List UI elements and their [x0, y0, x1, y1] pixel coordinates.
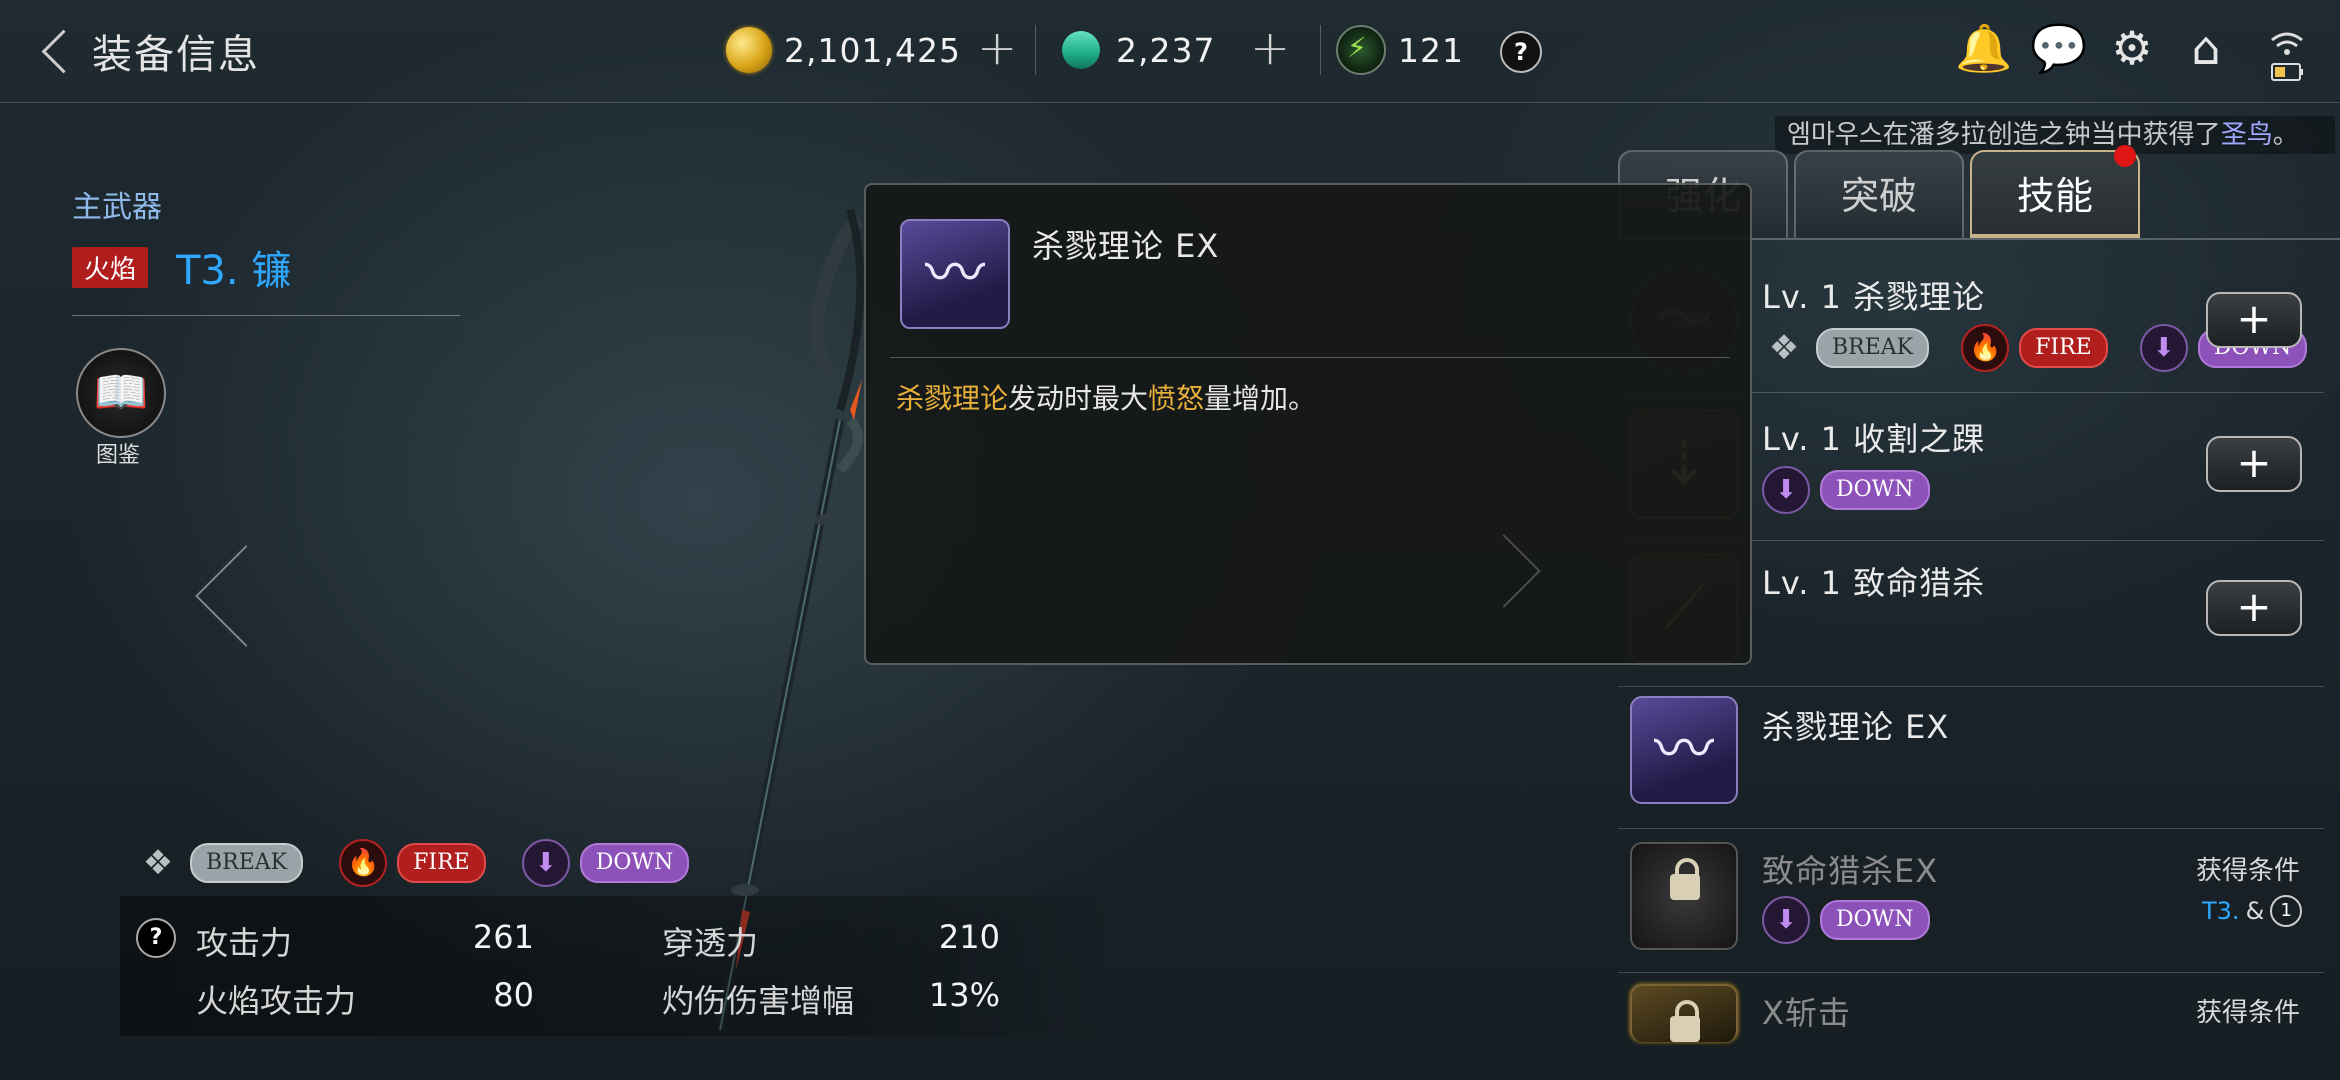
down-icon: ⬇ — [2139, 324, 2188, 372]
skill-tags: ⬇ DOWN — [1762, 896, 1966, 944]
weapon-category: 主武器 — [72, 190, 162, 225]
settings-gear-icon[interactable]: ⚙ — [2104, 20, 2160, 76]
divider — [1618, 828, 2324, 829]
notice-item: 圣鸟 — [2220, 120, 2273, 150]
weapon-name: T3. 镰 — [176, 248, 292, 294]
skill-ex-icon[interactable]: 〰 — [1630, 696, 1738, 804]
divider — [72, 315, 460, 316]
acquire-condition-label: 获得条件 — [2196, 998, 2301, 1028]
down-badge: DOWN — [1820, 900, 1930, 940]
desc-text: 发动时最大 — [1008, 382, 1149, 415]
skill-name: 致命猎杀EX — [1762, 852, 1939, 890]
stat-label: 穿透力 — [662, 924, 759, 962]
next-arrow — [1467, 534, 1541, 608]
notice-text: 엠마우스在潘多拉创造之钟当中获得了 — [1787, 120, 2221, 150]
element-tag: 火焰 — [72, 247, 149, 288]
break-icon: ❖ — [1768, 328, 1800, 368]
notice-suffix: 。 — [2272, 120, 2299, 150]
skill-ex-icon: 〰 — [900, 219, 1010, 329]
skill-name: X斩击 — [1762, 994, 1851, 1032]
break-badge: BREAK — [1816, 328, 1930, 368]
weapon-attributes: ❖ BREAK 🔥 FIRE ⬇ DOWN — [136, 838, 725, 888]
divider — [1320, 25, 1321, 75]
desc-rage-highlight: 愤怒 — [1148, 382, 1205, 415]
down-icon: ⬇ — [1762, 466, 1810, 514]
stat-value: 210 — [938, 918, 1000, 956]
gem-currency: 2,237 — [1054, 20, 1216, 80]
skill-name: Lv. 1 收割之踝 — [1762, 420, 1986, 458]
energy-amount: 121 — [1398, 30, 1464, 70]
fire-badge: FIRE — [2019, 328, 2108, 368]
skill-locked-icon[interactable] — [1630, 984, 1738, 1042]
back-button[interactable] — [36, 22, 76, 82]
skill-name: 杀戮理论 EX — [1762, 708, 1950, 746]
skill-detail-popup: 〰 杀戮理论 EX 杀戮理论发动时最大愤怒量增加。 — [864, 183, 1752, 665]
wifi-battery-icon — [2268, 26, 2306, 86]
divider — [1618, 686, 2324, 687]
gem-amount: 2,237 — [1116, 30, 1216, 70]
skill-tags: ⬇ DOWN — [1762, 466, 1966, 514]
desc-text: 量增加。 — [1204, 382, 1317, 415]
stat-value: 261 — [472, 918, 534, 956]
gold-currency: 2,101,425 — [726, 20, 961, 80]
divider — [890, 357, 1730, 358]
divider — [1618, 972, 2324, 973]
break-icon: ❖ — [142, 843, 174, 883]
down-badge: DOWN — [579, 843, 690, 883]
home-icon[interactable]: ⌂ — [2178, 20, 2234, 76]
stat-value: 80 — [493, 976, 534, 1014]
chat-icon[interactable]: 💬 — [2030, 20, 2087, 76]
desc-skill-highlight: 杀戮理论 — [896, 382, 1009, 415]
fire-icon: 🔥 — [339, 839, 388, 887]
add-gem-button[interactable]: + — [1250, 24, 1290, 72]
acquire-condition-label: 获得条件 — [2196, 856, 2301, 886]
acquire-condition-value: T3. & 1 — [2202, 895, 2303, 927]
lock-icon — [1670, 858, 1700, 900]
condition-number: 1 — [2270, 895, 2303, 927]
gold-amount: 2,101,425 — [784, 30, 961, 70]
stat-label: 灼伤伤害增幅 — [662, 982, 855, 1020]
page-title: 装备信息 — [92, 32, 260, 78]
stats-help-icon[interactable]: ? — [136, 918, 176, 958]
gem-icon — [1054, 23, 1108, 77]
down-icon: ⬇ — [521, 839, 570, 887]
codex-label: 图鉴 — [96, 443, 141, 468]
down-badge: DOWN — [1820, 470, 1930, 510]
skill-levelup-button[interactable]: + — [2206, 292, 2302, 348]
stat-label: 火焰攻击力 — [196, 982, 357, 1020]
gold-coin-icon — [726, 27, 772, 73]
energy-icon — [1336, 25, 1386, 75]
notification-dot — [2114, 145, 2136, 167]
fire-icon: 🔥 — [1961, 324, 2010, 372]
popup-title: 杀戮理论 EX — [1032, 227, 1220, 265]
popup-description: 杀戮理论发动时最大愤怒量增加。 — [896, 377, 1316, 417]
skill-name: Lv. 1 杀戮理论 — [1762, 278, 1986, 316]
tab-skills[interactable]: 技能 — [1970, 150, 2140, 238]
notification-bell-icon[interactable]: 🔔 — [1955, 20, 2012, 76]
break-badge: BREAK — [190, 843, 304, 883]
add-gold-button[interactable]: + — [977, 24, 1017, 72]
skill-locked-icon[interactable] — [1630, 842, 1738, 950]
stat-label: 攻击力 — [196, 924, 293, 962]
skill-name: Lv. 1 致命猎杀 — [1762, 564, 1986, 602]
system-notice: 엠마우스在潘多拉创造之钟当中获得了圣鸟。 — [1775, 116, 2335, 154]
tab-breakthrough[interactable]: 突破 — [1794, 150, 1964, 238]
condition-amp: & — [2245, 897, 2265, 925]
down-icon: ⬇ — [1762, 896, 1810, 944]
condition-tier: T3. — [2202, 897, 2240, 925]
currency-help-icon[interactable]: ? — [1500, 31, 1542, 73]
skill-levelup-button[interactable]: + — [2206, 436, 2302, 492]
stat-value: 13% — [928, 976, 1000, 1014]
prev-weapon-arrow[interactable] — [180, 540, 260, 640]
codex-book-icon[interactable]: 📖 — [76, 348, 166, 438]
skill-levelup-button[interactable]: + — [2206, 580, 2302, 636]
lock-icon — [1670, 1000, 1700, 1042]
divider — [1035, 25, 1036, 75]
fire-badge: FIRE — [397, 843, 486, 883]
energy-currency: 121 — [1336, 20, 1464, 80]
